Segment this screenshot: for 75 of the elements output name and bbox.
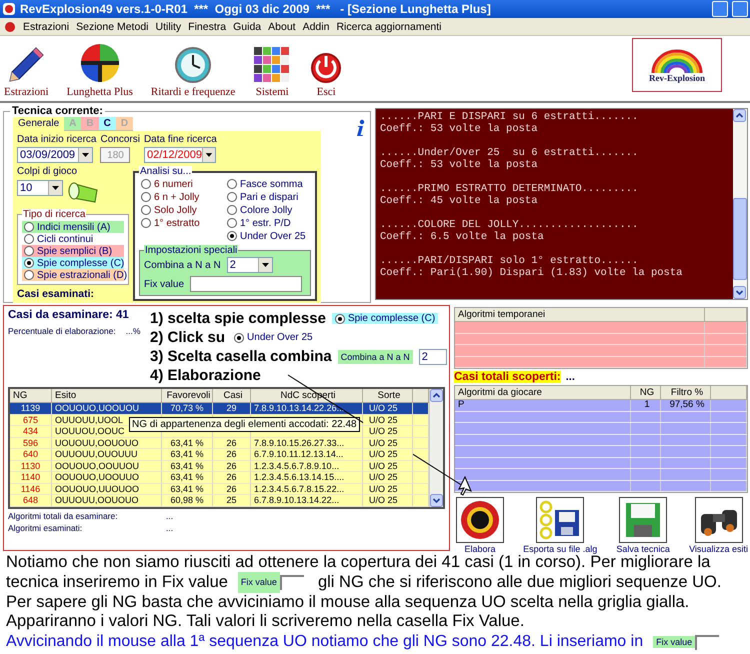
radio-label: Under Over 25	[240, 230, 306, 242]
highlight-text: Avvicinando il mouse alla 1ª sequenza UO notiamo che gli NG sono 22.48. Li inseriamo in	[6, 632, 644, 652]
console-line: ......Under/Over 25 su 6 estratti.......	[380, 147, 640, 159]
radio-label: Spie complesse (C)	[348, 313, 436, 324]
window-title: RevExplosion49 vers.1-0-R01 *** Oggi 03 dic 2009 *** - [Sezione Lunghetta Plus]	[20, 2, 492, 16]
radio-label: Under Over 25	[247, 332, 313, 343]
table-cell: U/O 25	[368, 414, 399, 424]
total-label: Algoritmi esaminati:	[8, 522, 84, 532]
step-text: 4) Elaborazione	[150, 367, 261, 384]
radio-label: Cicli continui	[37, 234, 94, 244]
radio-label: 1° estr. P/D	[240, 218, 291, 228]
table-cell: U/O 25	[368, 426, 399, 436]
field-label: Combina a N a N	[338, 350, 413, 364]
radio-label: Colore Jolly	[240, 204, 292, 216]
console-line: ......COLORE DEL JOLLY...................	[380, 219, 640, 231]
group-title: Analisi su...	[139, 166, 192, 177]
total-value: ...	[166, 522, 174, 532]
progress-value: ...%	[126, 326, 140, 336]
radio-label: 1° estratto	[154, 218, 200, 228]
field-label: Colpi di gioco	[17, 166, 78, 177]
field-label: Data inizio ricerca	[17, 134, 96, 145]
console-line: ......PRIMO ESTRATTO DETERMINATO.........	[380, 183, 640, 195]
cases-label: Casi esaminati:	[17, 288, 96, 300]
table-cell: OUUOUU,OOUOUO	[52, 495, 162, 506]
table-cell: 60,98 %	[162, 495, 213, 506]
field-label: Concorsi	[100, 134, 140, 145]
table-cell: 97,56 %	[661, 400, 711, 410]
table-cell: 1	[631, 400, 661, 410]
console-line: ......PARI/DISPARI solo 1° estratto......	[380, 255, 640, 267]
radio-label: 6 numeri	[154, 178, 193, 190]
table-cell: U/O 25	[368, 438, 399, 448]
radio-label: Solo Jolly	[154, 204, 197, 216]
radio-label: Spie semplici (B)	[37, 246, 112, 256]
total-label: Algoritmi totali da esaminare:	[8, 510, 119, 520]
table-cell: U/O 25	[368, 460, 399, 470]
radio-label: Indici mensili (A)	[37, 222, 110, 232]
radio-label: Fasce somma	[240, 178, 303, 190]
console-line: ......PARI E DISPARI su 6 estratti.......	[380, 111, 640, 123]
step-text: 1) scelta spie complesse	[150, 310, 326, 327]
table-cell: P	[455, 400, 631, 410]
field-label: Data fine ricerca	[144, 134, 217, 145]
step-text: 3) Scelta casella combina	[150, 348, 332, 365]
console-line: Coeff.: Pari(1.90) Dispari (1.83) volte la posta	[380, 267, 684, 279]
console-line: Coeff.: 53 volte la posta	[380, 123, 539, 135]
group-title: Impostazioni speciali	[144, 245, 238, 256]
field-label: Combina a N a N	[144, 260, 221, 270]
total-cases-value: ...	[566, 371, 575, 383]
logo-text: Rev-Explosion	[648, 73, 705, 83]
radio-label: Pari e dispari	[240, 192, 298, 202]
field-label: Fix value	[238, 572, 280, 593]
radio-label: Spie complesse (C)	[37, 258, 124, 268]
tooltip: NG di appartenenza degli elementi accodati: 22.48	[129, 417, 360, 432]
table-cell: U/O 25	[368, 403, 399, 413]
table-cell: 648	[10, 495, 52, 506]
explanation-text: Notiamo che non siamo riusciti ad ottenere la copertura dei 41 casi (1 in corso). Per migliorare la tecnica inseriremo in Fix value Fix value gli NG che si riferiscono alle due migliori sequenze UO. Per sapere gli NG basta che avviciniamo il mouse alla sequenza UO scelta nella griglia gialla. Appariranno i valori NG. Tali valori li scriveremo nella casella Fix Value.	[6, 553, 722, 631]
cases-count: Casi da esaminare: 41	[8, 309, 130, 321]
console-line: Coeff.: 53 volte la posta	[380, 159, 539, 171]
field-label: Fix value	[144, 278, 184, 290]
total-value: ...	[166, 510, 174, 520]
console-line: Coeff.: 45 volte la posta	[380, 195, 539, 207]
radio-label: Spie estrazionali (D)	[37, 270, 128, 280]
table-cell: U/O 25	[368, 472, 399, 482]
console-line: Coeff.: 6.5 volte la posta	[380, 231, 545, 243]
step-text: 2) Click su	[150, 329, 226, 346]
total-cases-label: Casi totali scoperti:	[454, 371, 561, 383]
table-cell: U/O 25	[368, 484, 399, 494]
table-cell: U/O 25	[368, 495, 399, 505]
radio-label: 6 n + Jolly	[154, 192, 200, 202]
table-cell: U/O 25	[368, 449, 399, 459]
panel-title: Tecnica corrente:	[11, 105, 104, 117]
progress-label: Percentuale di elaborazione:	[8, 326, 116, 336]
table-cell: 25	[213, 495, 251, 506]
table-cell: 6.7.8.9.10.13.14.22...	[251, 495, 363, 506]
field-label: Fix value	[653, 636, 696, 648]
group-title: Tipo di ricerca	[22, 209, 86, 220]
